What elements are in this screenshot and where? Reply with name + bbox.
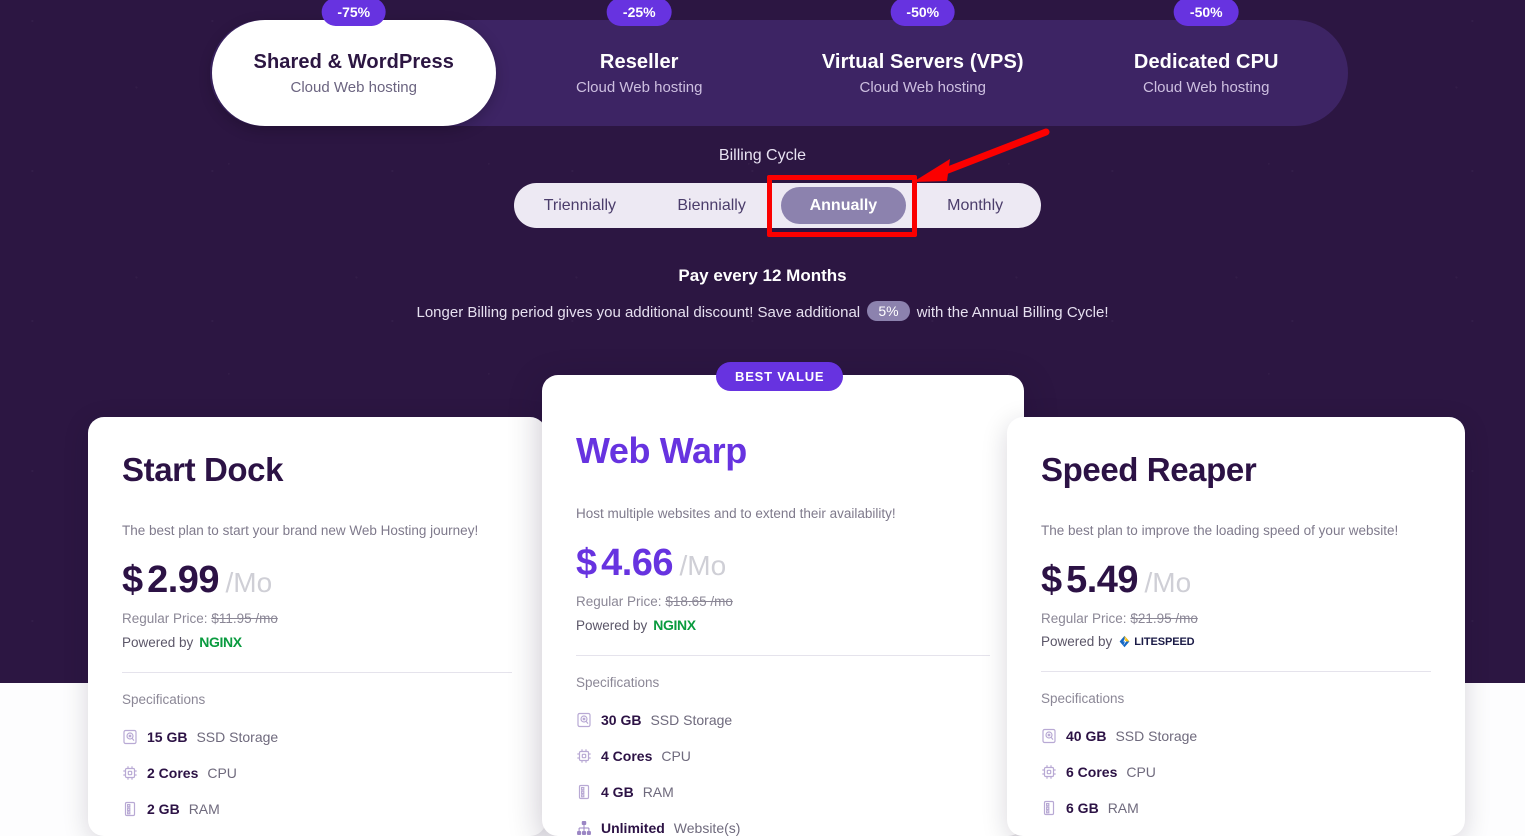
ssd-storage-icon xyxy=(577,712,591,728)
regular-price-label: Regular Price: xyxy=(122,611,208,626)
plan-description: The best plan to improve the loading spe… xyxy=(1041,523,1399,538)
price-currency: $ xyxy=(1041,559,1062,601)
card-divider xyxy=(1041,671,1431,672)
regular-price-value: $21.95 /mo xyxy=(1130,611,1198,626)
spec-label: CPU xyxy=(1126,764,1156,780)
spec-item-ram: 6 GB RAM xyxy=(1041,800,1431,816)
specifications-title: Specifications xyxy=(122,692,206,707)
best-value-badge: BEST VALUE xyxy=(716,362,844,391)
plan-name: Start Dock xyxy=(122,451,284,488)
regular-price-value: $11.95 /mo xyxy=(211,611,278,626)
nginx-logo-icon: NGINX xyxy=(653,617,696,633)
specifications-list: 15 GB SSD Storage 2 Cores CPU 2 GB RAM xyxy=(122,729,512,836)
spec-item-cpu: 4 Cores CPU xyxy=(576,748,990,764)
litespeed-logo-icon: LITESPEED xyxy=(1118,635,1195,648)
litespeed-wordmark: LITESPEED xyxy=(1134,635,1195,648)
spec-value: Unlimited xyxy=(601,820,665,836)
cpu-icon xyxy=(1042,765,1056,779)
specifications-list: 30 GB SSD Storage 4 Cores CPU 4 GB RAM U… xyxy=(576,712,990,836)
ssd-storage-icon xyxy=(1042,728,1056,744)
spec-label: SSD Storage xyxy=(196,729,279,745)
pricing-card-start-dock[interactable]: Start Dock The best plan to start your b… xyxy=(88,417,546,836)
powered-by-row: Powered by NGINX xyxy=(576,617,990,633)
pricing-page: -75% Shared & WordPress Cloud Web hostin… xyxy=(0,0,1525,836)
spec-item-cpu: 6 Cores CPU xyxy=(1041,764,1431,780)
spec-value: 2 GB xyxy=(147,801,180,817)
spec-label: SSD Storage xyxy=(1115,728,1198,744)
spec-item-ram: 4 GB RAM xyxy=(576,784,990,800)
spec-item-cpu: 2 Cores CPU xyxy=(122,765,512,781)
spec-label: Website(s) xyxy=(673,820,741,836)
nginx-logo-icon: NGINX xyxy=(199,634,242,650)
spec-value: 15 GB xyxy=(147,729,188,745)
powered-by-label: Powered by xyxy=(576,617,648,633)
price-period: /Mo xyxy=(679,550,727,581)
spec-value: 4 GB xyxy=(601,784,634,800)
specifications-title: Specifications xyxy=(576,675,660,690)
regular-price-row: Regular Price: $18.65 /mo xyxy=(576,594,990,609)
specifications-list: 40 GB SSD Storage 6 Cores CPU 6 GB RAM xyxy=(1041,728,1431,836)
plan-price: $ 5.49 /Mo xyxy=(1041,559,1431,602)
plan-description: Host multiple websites and to extend the… xyxy=(576,506,896,521)
spec-value: 6 Cores xyxy=(1066,764,1118,780)
spec-value: 40 GB xyxy=(1066,728,1107,744)
spec-label: RAM xyxy=(1107,800,1139,816)
price-amount: 2.99 xyxy=(147,559,220,601)
price-period: /Mo xyxy=(225,567,273,598)
plan-description: The best plan to start your brand new We… xyxy=(122,523,479,538)
specifications-title: Specifications xyxy=(1041,691,1125,706)
powered-by-label: Powered by xyxy=(122,634,194,650)
ram-icon xyxy=(1043,800,1055,816)
regular-price-value: $18.65 /mo xyxy=(665,594,733,609)
cpu-icon xyxy=(123,766,137,780)
spec-value: 2 Cores xyxy=(147,765,199,781)
spec-value: 4 Cores xyxy=(601,748,653,764)
pricing-cards: BEST VALUE Start Dock The best plan to s… xyxy=(0,0,1525,836)
spec-item-storage: 15 GB SSD Storage xyxy=(122,729,512,745)
spec-label: CPU xyxy=(661,748,691,764)
ssd-storage-icon xyxy=(123,729,137,745)
card-divider xyxy=(576,655,990,656)
spec-label: RAM xyxy=(642,784,674,800)
spec-value: 6 GB xyxy=(1066,800,1099,816)
powered-by-label: Powered by xyxy=(1041,634,1113,649)
litespeed-mark-icon xyxy=(1119,635,1130,648)
plan-name: Web Warp xyxy=(576,430,747,471)
websites-icon xyxy=(577,820,591,836)
powered-by-row: Powered by NGINX xyxy=(122,634,512,650)
plan-name: Speed Reaper xyxy=(1041,451,1257,488)
regular-price-label: Regular Price: xyxy=(1041,611,1127,626)
pricing-card-speed-reaper[interactable]: Speed Reaper The best plan to improve th… xyxy=(1007,417,1465,836)
ram-icon xyxy=(578,784,590,800)
spec-item-websites: Unlimited Website(s) xyxy=(576,820,990,836)
regular-price-row: Regular Price: $11.95 /mo xyxy=(122,611,512,626)
spec-label: CPU xyxy=(207,765,237,781)
pricing-card-web-warp[interactable]: Web Warp Host multiple websites and to e… xyxy=(542,375,1024,836)
spec-label: RAM xyxy=(188,801,220,817)
spec-item-storage: 30 GB SSD Storage xyxy=(576,712,990,728)
regular-price-row: Regular Price: $21.95 /mo xyxy=(1041,611,1431,626)
card-divider xyxy=(122,672,512,673)
price-currency: $ xyxy=(122,559,143,601)
spec-value: 30 GB xyxy=(601,712,642,728)
powered-by-row: Powered by LITESPEED xyxy=(1041,634,1431,649)
price-amount: 4.66 xyxy=(601,542,674,584)
ram-icon xyxy=(124,801,136,817)
regular-price-label: Regular Price: xyxy=(576,594,662,609)
cpu-icon xyxy=(577,749,591,763)
price-period: /Mo xyxy=(1144,567,1192,598)
price-amount: 5.49 xyxy=(1066,559,1139,601)
spec-label: SSD Storage xyxy=(650,712,733,728)
plan-price: $ 4.66 /Mo xyxy=(576,542,990,585)
spec-item-ram: 2 GB RAM xyxy=(122,801,512,817)
spec-item-storage: 40 GB SSD Storage xyxy=(1041,728,1431,744)
plan-price: $ 2.99 /Mo xyxy=(122,559,512,602)
price-currency: $ xyxy=(576,542,597,584)
